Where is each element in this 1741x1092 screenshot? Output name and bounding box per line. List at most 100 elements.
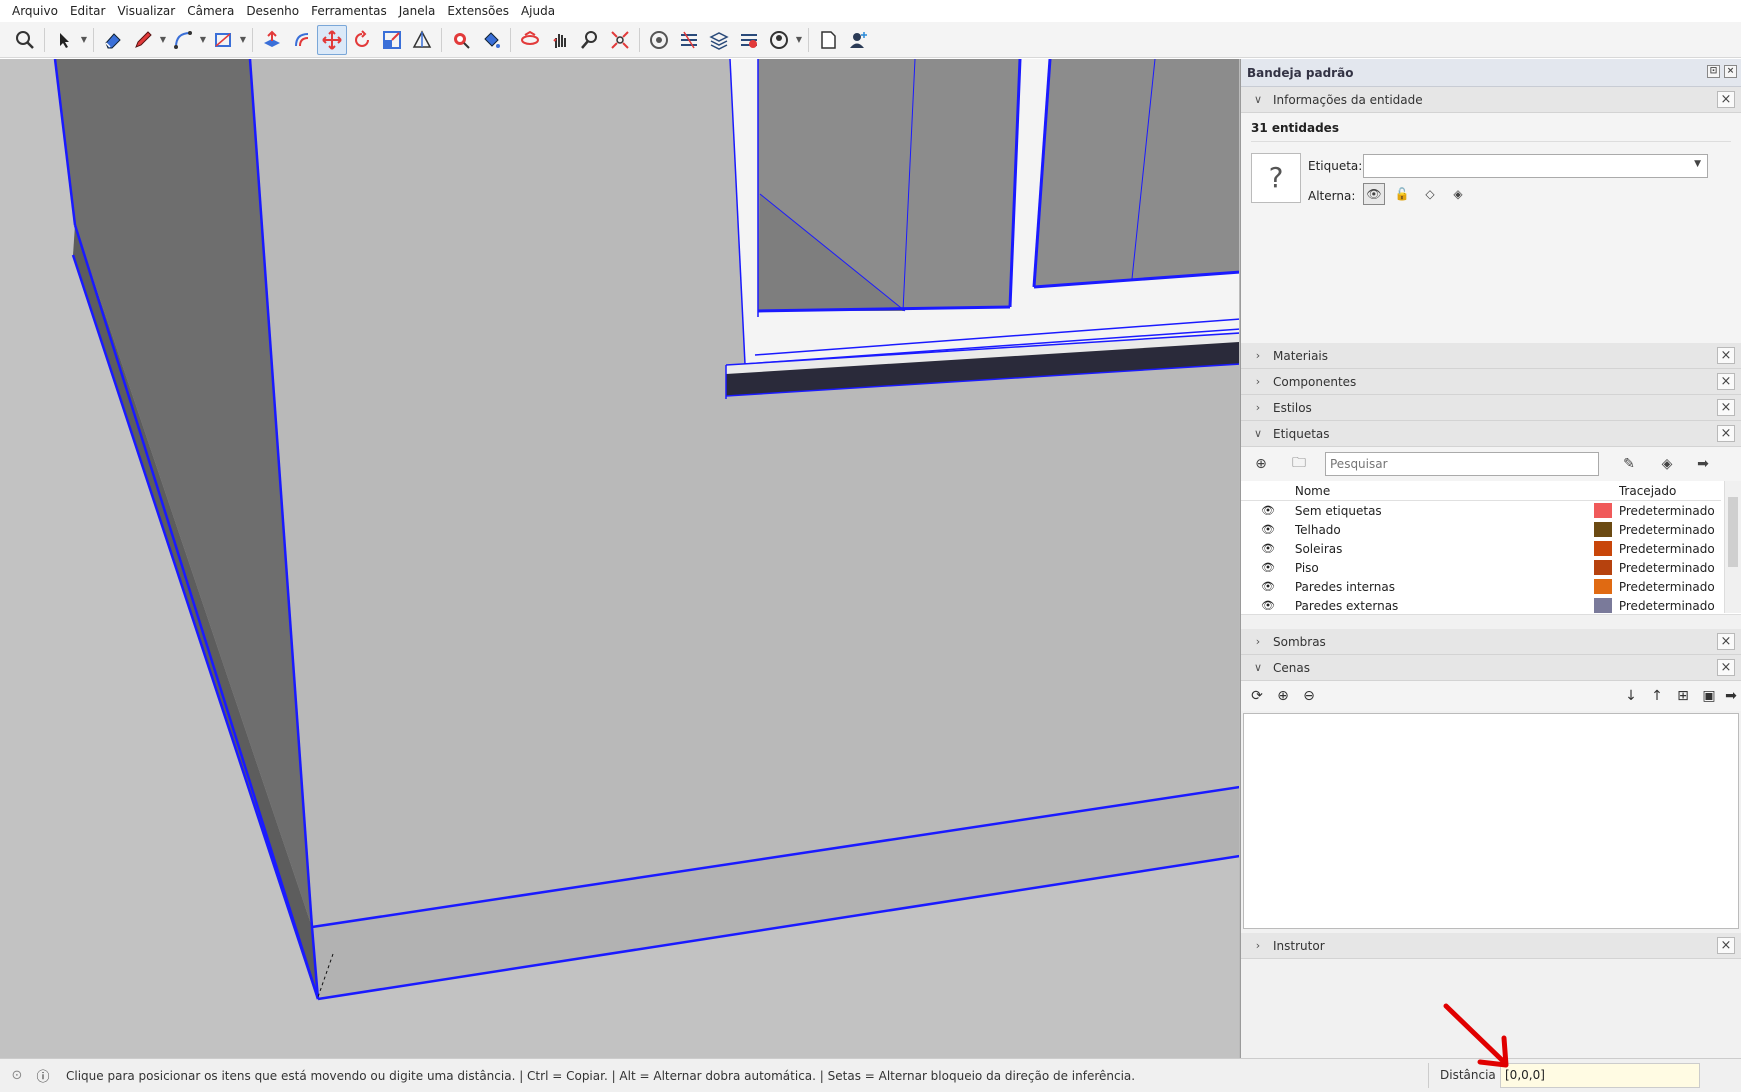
- menu-arquivo[interactable]: Arquivo: [6, 0, 64, 22]
- details-arrow-icon[interactable]: ➡: [1691, 452, 1715, 476]
- close-icon[interactable]: ×: [1717, 633, 1735, 650]
- tag-dash[interactable]: Predeterminado: [1619, 561, 1721, 575]
- select-dropdown-icon[interactable]: ▼: [79, 35, 89, 44]
- table-row[interactable]: 👁 Sem etiquetas Predeterminado: [1241, 501, 1721, 520]
- table-row[interactable]: 👁 Paredes internas Predeterminado: [1241, 577, 1721, 596]
- menu-editar[interactable]: Editar: [64, 0, 112, 22]
- visibility-eye-icon[interactable]: 👁: [1241, 542, 1295, 555]
- tags-scrollbar[interactable]: [1724, 481, 1741, 613]
- close-icon[interactable]: ×: [1717, 91, 1735, 108]
- tags-search-input[interactable]: [1325, 452, 1599, 476]
- menu-camera[interactable]: Câmera: [181, 0, 240, 22]
- user-profile-icon[interactable]: [764, 25, 794, 55]
- arc-dropdown-icon[interactable]: ▼: [198, 35, 208, 44]
- add-tag-icon[interactable]: ⊕: [1249, 452, 1273, 476]
- push-pull-icon[interactable]: [257, 25, 287, 55]
- visibility-eye-icon[interactable]: 👁: [1241, 580, 1295, 593]
- scale-icon[interactable]: [377, 25, 407, 55]
- close-icon[interactable]: ×: [1717, 937, 1735, 954]
- tag-color-swatch[interactable]: [1594, 503, 1613, 518]
- add-user-icon[interactable]: [843, 25, 873, 55]
- paint-bucket-icon[interactable]: [476, 25, 506, 55]
- pan-icon[interactable]: [545, 25, 575, 55]
- close-icon[interactable]: ×: [1717, 399, 1735, 416]
- new-file-icon[interactable]: [813, 25, 843, 55]
- remove-scene-icon[interactable]: ⊖: [1299, 686, 1319, 706]
- offset-icon[interactable]: [287, 25, 317, 55]
- visibility-eye-icon[interactable]: 👁: [1363, 183, 1385, 205]
- geolocation-icon[interactable]: ⊙: [4, 1068, 30, 1083]
- arc-icon[interactable]: [168, 25, 198, 55]
- extension-icon[interactable]: [674, 25, 704, 55]
- tray-pin-icon[interactable]: ⊡: [1707, 65, 1720, 78]
- panel-header-instrutor[interactable]: › Instrutor ×: [1241, 933, 1741, 959]
- scene-settings-icon[interactable]: ▣: [1699, 686, 1719, 706]
- visibility-eye-icon[interactable]: 👁: [1241, 599, 1295, 612]
- tag-color-swatch[interactable]: [1594, 560, 1613, 575]
- menu-ferramentas[interactable]: Ferramentas: [305, 0, 393, 22]
- layers-stack-icon[interactable]: [704, 25, 734, 55]
- menu-ajuda[interactable]: Ajuda: [515, 0, 561, 22]
- zoom-window-icon[interactable]: [10, 25, 40, 55]
- tag-dash[interactable]: Predeterminado: [1619, 542, 1721, 556]
- panel-header-sombras[interactable]: › Sombras ×: [1241, 629, 1741, 655]
- model-viewport[interactable]: [0, 59, 1240, 1058]
- visibility-eye-icon[interactable]: 👁: [1241, 561, 1295, 574]
- panel-header-estilos[interactable]: › Estilos ×: [1241, 395, 1741, 421]
- tag-dash[interactable]: Predeterminado: [1619, 580, 1721, 594]
- tag-dash[interactable]: Predeterminado: [1619, 504, 1721, 518]
- add-folder-icon[interactable]: 🗀: [1287, 452, 1311, 476]
- pencil-line-icon[interactable]: [128, 25, 158, 55]
- close-icon[interactable]: ×: [1717, 347, 1735, 364]
- visibility-eye-icon[interactable]: 👁: [1241, 504, 1295, 517]
- table-row[interactable]: 👁 Paredes externas Predeterminado: [1241, 596, 1721, 615]
- panel-header-cenas[interactable]: ∨ Cenas ×: [1241, 655, 1741, 681]
- lock-icon[interactable]: 🔓: [1391, 183, 1413, 205]
- tag-tool-icon[interactable]: ✎: [1617, 452, 1641, 476]
- info-icon[interactable]: ⓘ: [30, 1066, 56, 1085]
- tag-dash[interactable]: Predeterminado: [1619, 523, 1721, 537]
- close-icon[interactable]: ×: [1717, 373, 1735, 390]
- col-dash[interactable]: Tracejado: [1619, 484, 1721, 498]
- extension-manager-icon[interactable]: [734, 25, 764, 55]
- tag-select[interactable]: ▼: [1363, 154, 1708, 178]
- warehouse-icon[interactable]: [644, 25, 674, 55]
- tag-color-swatch[interactable]: [1594, 579, 1613, 594]
- rectangle-icon[interactable]: [208, 25, 238, 55]
- cast-shadows-icon[interactable]: ◈: [1447, 183, 1469, 205]
- receive-shadows-icon[interactable]: ◇: [1419, 183, 1441, 205]
- visibility-eye-icon[interactable]: 👁: [1241, 523, 1295, 536]
- orbit-icon[interactable]: [515, 25, 545, 55]
- menu-janela[interactable]: Janela: [393, 0, 442, 22]
- tape-measure-icon[interactable]: [446, 25, 476, 55]
- menu-extensoes[interactable]: Extensões: [441, 0, 515, 22]
- table-row[interactable]: 👁 Telhado Predeterminado: [1241, 520, 1721, 539]
- refresh-icon[interactable]: ⟳: [1247, 686, 1267, 706]
- scenes-list[interactable]: [1243, 713, 1739, 929]
- measurements-input[interactable]: [0,0,0]: [1500, 1063, 1700, 1088]
- tag-color-swatch[interactable]: [1594, 541, 1613, 556]
- rotate-icon[interactable]: [347, 25, 377, 55]
- panel-header-materiais[interactable]: › Materiais ×: [1241, 343, 1741, 369]
- color-by-tag-icon[interactable]: ◈: [1655, 452, 1679, 476]
- view-options-icon[interactable]: ⊞: [1673, 686, 1693, 706]
- tag-color-swatch[interactable]: [1594, 522, 1613, 537]
- menu-desenho[interactable]: Desenho: [240, 0, 305, 22]
- select-icon[interactable]: [49, 25, 79, 55]
- details-arrow-icon[interactable]: ➡: [1721, 686, 1741, 706]
- col-name[interactable]: Nome: [1295, 484, 1587, 498]
- move-icon[interactable]: [317, 24, 347, 55]
- tag-dash[interactable]: Predeterminado: [1619, 599, 1721, 613]
- zoom-icon[interactable]: [575, 25, 605, 55]
- close-icon[interactable]: ×: [1717, 659, 1735, 676]
- add-scene-icon[interactable]: ⊕: [1273, 686, 1293, 706]
- table-row[interactable]: 👁 Piso Predeterminado: [1241, 558, 1721, 577]
- zoom-extents-icon[interactable]: [605, 25, 635, 55]
- table-row[interactable]: 👁 Soleiras Predeterminado: [1241, 539, 1721, 558]
- menu-visualizar[interactable]: Visualizar: [111, 0, 181, 22]
- shapes-dropdown-icon[interactable]: ▼: [238, 35, 248, 44]
- move-scene-up-icon[interactable]: ↑: [1647, 686, 1667, 706]
- protractor-icon[interactable]: [407, 25, 437, 55]
- panel-header-entity-info[interactable]: ∨ Informações da entidade ×: [1241, 87, 1741, 113]
- move-scene-down-icon[interactable]: ↓: [1621, 686, 1641, 706]
